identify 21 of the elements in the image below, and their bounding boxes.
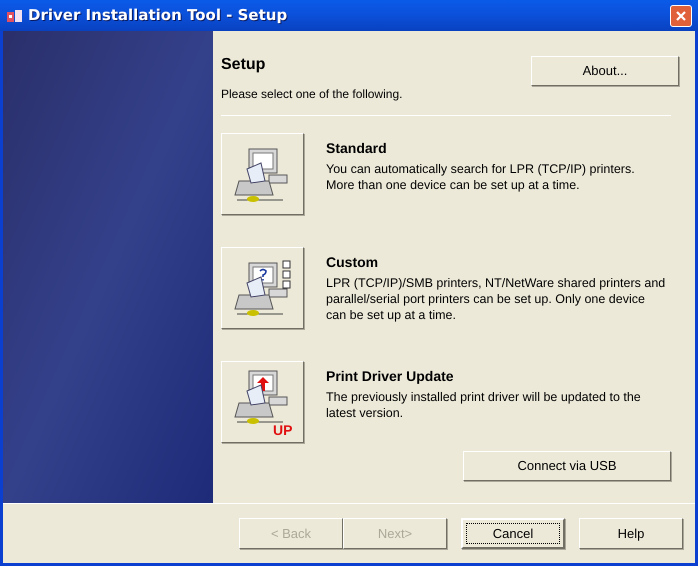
setup-option-button[interactable] bbox=[221, 133, 304, 215]
connect-usb-button[interactable]: Connect via USB bbox=[463, 451, 671, 481]
printer-computer-icon bbox=[232, 259, 292, 317]
setup-option-button[interactable] bbox=[221, 247, 304, 329]
option-description: The previously installed print driver will be updated to the latest version. bbox=[326, 389, 642, 421]
setup-option-button[interactable]: UP bbox=[221, 361, 304, 443]
setup-instructions: Please select one of the following. bbox=[221, 86, 402, 103]
close-icon bbox=[675, 10, 687, 22]
option-title: Print Driver Update bbox=[326, 367, 455, 386]
up-label: UP bbox=[273, 423, 292, 437]
option-description: LPR (TCP/IP)/SMB printers, NT/NetWare shared printers and parallel/serial port printers can be set up. Only one device can be set up at a time. bbox=[326, 275, 666, 323]
setup-heading: Setup bbox=[221, 55, 266, 75]
option-title: Custom bbox=[326, 253, 380, 272]
close-button[interactable] bbox=[670, 4, 692, 26]
window-title: Driver Installation Tool - Setup bbox=[28, 5, 288, 26]
option-title: Standard bbox=[326, 139, 388, 158]
option-description: You can automatically search for LPR (TCP/IP) printers. More than one device can be set up at a time. bbox=[326, 161, 636, 193]
footer-button[interactable]: Cancel bbox=[461, 518, 565, 549]
app-icon bbox=[6, 8, 24, 24]
about-button[interactable]: About... bbox=[531, 56, 679, 86]
footer-button[interactable]: Help bbox=[579, 518, 683, 549]
